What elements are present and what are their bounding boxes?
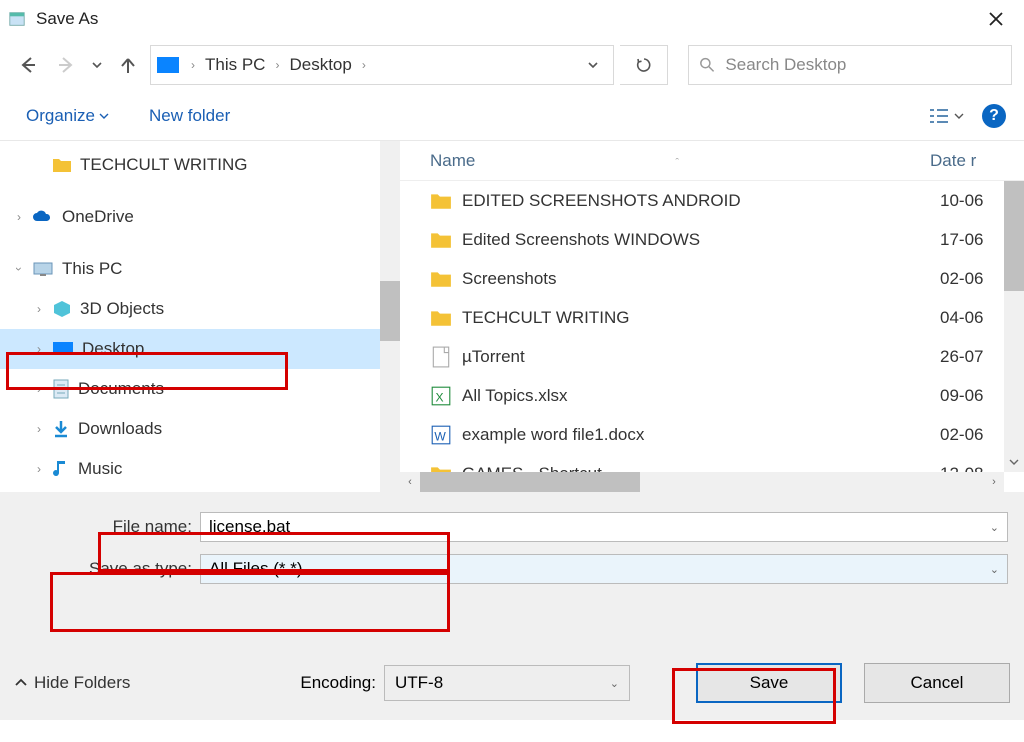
column-date[interactable]: Date r: [930, 151, 1014, 171]
search-icon: [699, 56, 715, 74]
tree-scroll-thumb[interactable]: [380, 281, 400, 341]
file-row[interactable]: X All Topics.xlsx09-06: [400, 376, 1024, 415]
chevron-up-icon: [14, 676, 28, 690]
svg-text:X: X: [436, 390, 444, 404]
recent-dropdown[interactable]: [88, 49, 106, 81]
file-row[interactable]: µTorrent26-07: [400, 337, 1024, 376]
file-pane: Nameˆ Date r EDITED SCREENSHOTS ANDROID1…: [400, 141, 1024, 492]
search-input[interactable]: [725, 55, 1001, 75]
tree-scrollbar[interactable]: [380, 141, 400, 492]
file-date: 04-06: [940, 308, 1014, 328]
file-row[interactable]: TECHCULT WRITING04-06: [400, 298, 1024, 337]
refresh-icon: [635, 56, 653, 74]
window-title: Save As: [36, 9, 98, 29]
file-name: All Topics.xlsx: [462, 386, 940, 406]
pc-icon: [32, 261, 54, 277]
file-date: 02-06: [940, 425, 1014, 445]
address-dropdown[interactable]: [579, 59, 607, 71]
file-list: EDITED SCREENSHOTS ANDROID10-06Edited Sc…: [400, 181, 1024, 492]
onedrive-icon: [32, 209, 54, 225]
save-button[interactable]: Save: [696, 663, 842, 703]
pc-icon: [157, 57, 179, 73]
downloads-icon: [52, 419, 70, 439]
body-split: TECHCULT WRITING › OneDrive › This PC › …: [0, 140, 1024, 492]
chevron-down-icon[interactable]: ⌄: [990, 563, 999, 576]
music-icon: [52, 459, 70, 479]
close-button[interactable]: [976, 0, 1016, 38]
filename-label: File name:: [0, 517, 200, 537]
tree-item-documents[interactable]: › Documents: [0, 369, 400, 409]
list-view-icon: [928, 107, 950, 125]
file-date: 26-07: [940, 347, 1014, 367]
file-row[interactable]: Edited Screenshots WINDOWS17-06: [400, 220, 1024, 259]
address-bar[interactable]: › This PC › Desktop ›: [150, 45, 614, 85]
savetype-row: Save as type: All Files (*.*) ⌄: [0, 552, 1024, 586]
file-name: example word file1.docx: [462, 425, 940, 445]
back-button[interactable]: [12, 49, 44, 81]
nav-bar: › This PC › Desktop ›: [0, 38, 1024, 92]
tree-item-3d-objects[interactable]: › 3D Objects: [0, 289, 400, 329]
tree-item-onedrive[interactable]: › OneDrive: [0, 197, 400, 237]
hide-folders-button[interactable]: Hide Folders: [14, 673, 130, 693]
chevron-down-icon[interactable]: ⌄: [610, 677, 619, 690]
tree-item-music[interactable]: › Music: [0, 449, 400, 489]
nav-tree: TECHCULT WRITING › OneDrive › This PC › …: [0, 141, 400, 492]
file-date: 10-06: [940, 191, 1014, 211]
file-row[interactable]: EDITED SCREENSHOTS ANDROID10-06: [400, 181, 1024, 220]
tree-item-this-pc[interactable]: › This PC: [0, 249, 400, 289]
footer: Hide Folders Encoding: UTF-8 ⌄ Save Canc…: [0, 658, 1024, 708]
view-options[interactable]: [928, 107, 964, 125]
refresh-button[interactable]: [620, 45, 668, 85]
file-name: EDITED SCREENSHOTS ANDROID: [462, 191, 940, 211]
file-row[interactable]: Screenshots02-06: [400, 259, 1024, 298]
close-icon: [988, 11, 1004, 27]
titlebar: Save As: [0, 0, 1024, 38]
bottom-section: File name: license.bat ⌄ Save as type: A…: [0, 492, 1024, 720]
tree-item-techcult[interactable]: TECHCULT WRITING: [0, 145, 400, 185]
documents-icon: [52, 379, 70, 399]
app-icon: [8, 10, 26, 28]
forward-button[interactable]: [50, 49, 82, 81]
tree-item-downloads[interactable]: › Downloads: [0, 409, 400, 449]
file-name: Edited Screenshots WINDOWS: [462, 230, 940, 250]
column-name[interactable]: Nameˆ: [410, 151, 930, 171]
encoding-select[interactable]: UTF-8 ⌄: [384, 665, 630, 701]
svg-text:W: W: [434, 429, 446, 443]
up-button[interactable]: [112, 49, 144, 81]
crumb-desktop[interactable]: Desktop: [285, 53, 355, 77]
tree-item-desktop[interactable]: › Desktop: [0, 329, 400, 369]
encoding-group: Encoding: UTF-8 ⌄: [300, 665, 630, 701]
filename-row: File name: license.bat ⌄: [0, 510, 1024, 544]
search-box[interactable]: [688, 45, 1012, 85]
file-scrollbar-h[interactable]: ‹ ›: [400, 472, 1004, 492]
file-scroll-thumb-h[interactable]: [420, 472, 640, 492]
filename-input[interactable]: license.bat ⌄: [200, 512, 1008, 542]
savetype-combo[interactable]: All Files (*.*) ⌄: [200, 554, 1008, 584]
organize-menu[interactable]: Organize: [18, 100, 117, 132]
file-name: TECHCULT WRITING: [462, 308, 940, 328]
file-name: Screenshots: [462, 269, 940, 289]
file-date: 02-06: [940, 269, 1014, 289]
new-folder-button[interactable]: New folder: [141, 100, 238, 132]
chevron-down-icon[interactable]: ⌄: [990, 521, 999, 534]
toolbar: Organize New folder ?: [0, 92, 1024, 140]
3d-icon: [52, 300, 72, 318]
file-scrollbar-v[interactable]: [1004, 181, 1024, 472]
cancel-button[interactable]: Cancel: [864, 663, 1010, 703]
savetype-label: Save as type:: [0, 559, 200, 579]
file-date: 17-06: [940, 230, 1014, 250]
file-name: µTorrent: [462, 347, 940, 367]
encoding-label: Encoding:: [300, 673, 376, 693]
help-button[interactable]: ?: [982, 104, 1006, 128]
file-row[interactable]: Wexample word file1.docx02-06: [400, 415, 1024, 454]
crumb-this-pc[interactable]: This PC: [201, 53, 269, 77]
folder-icon: [52, 156, 72, 174]
file-date: 09-06: [940, 386, 1014, 406]
file-header: Nameˆ Date r: [400, 141, 1024, 181]
file-scroll-thumb-v[interactable]: [1004, 181, 1024, 291]
desktop-icon: [52, 341, 74, 357]
